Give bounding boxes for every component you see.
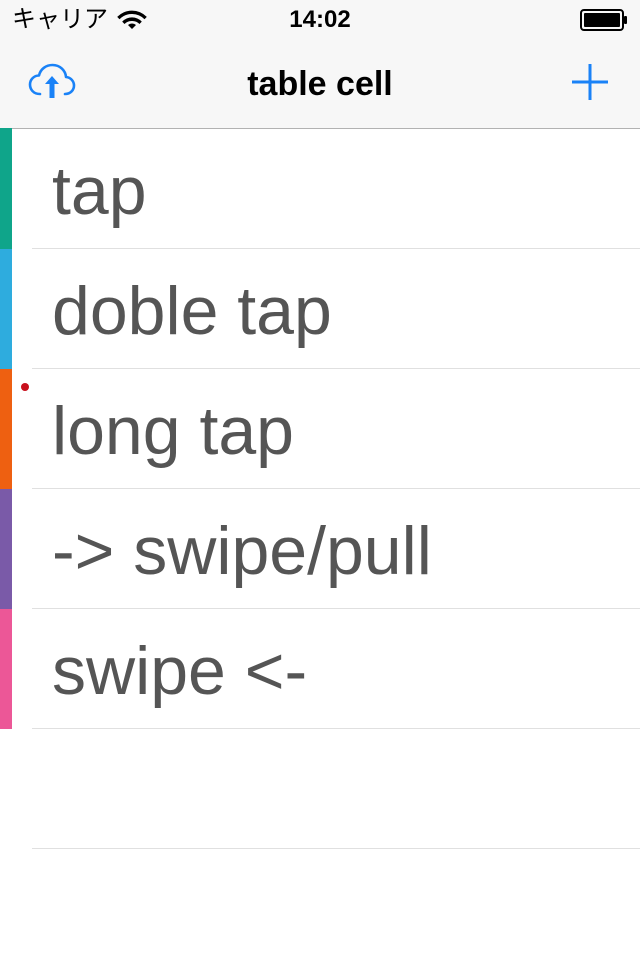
navigation-bar: table cell xyxy=(0,40,640,129)
row-label: doble tap xyxy=(52,273,332,349)
row-label: swipe <- xyxy=(52,633,308,709)
battery-icon xyxy=(580,9,627,31)
table-row-empty xyxy=(32,729,640,849)
row-color-stripe xyxy=(0,609,12,729)
status-bar: キャリア 14:02 xyxy=(0,0,640,40)
row-label: tap xyxy=(52,153,147,229)
indicator-dot xyxy=(21,383,29,391)
row-color-stripe xyxy=(0,489,12,609)
screen: キャリア 14:02 table cell tap doble tap long… xyxy=(0,0,640,960)
status-time: 14:02 xyxy=(289,6,351,33)
table: tap doble tap long tap -> swipe/pull swi… xyxy=(0,128,640,849)
row-label: long tap xyxy=(52,393,294,469)
table-row-swipe-pull[interactable]: -> swipe/pull xyxy=(0,489,640,609)
row-label: -> swipe/pull xyxy=(52,513,432,589)
table-row-long-tap[interactable]: long tap xyxy=(0,369,640,489)
plus-icon[interactable] xyxy=(570,62,610,102)
table-row-double-tap[interactable]: doble tap xyxy=(0,249,640,369)
table-row-tap[interactable]: tap xyxy=(0,128,640,249)
row-color-stripe xyxy=(0,128,12,249)
row-color-stripe xyxy=(0,369,12,489)
table-row-swipe-left[interactable]: swipe <- xyxy=(0,609,640,729)
row-color-stripe xyxy=(0,249,12,369)
nav-title: table cell xyxy=(247,65,393,103)
